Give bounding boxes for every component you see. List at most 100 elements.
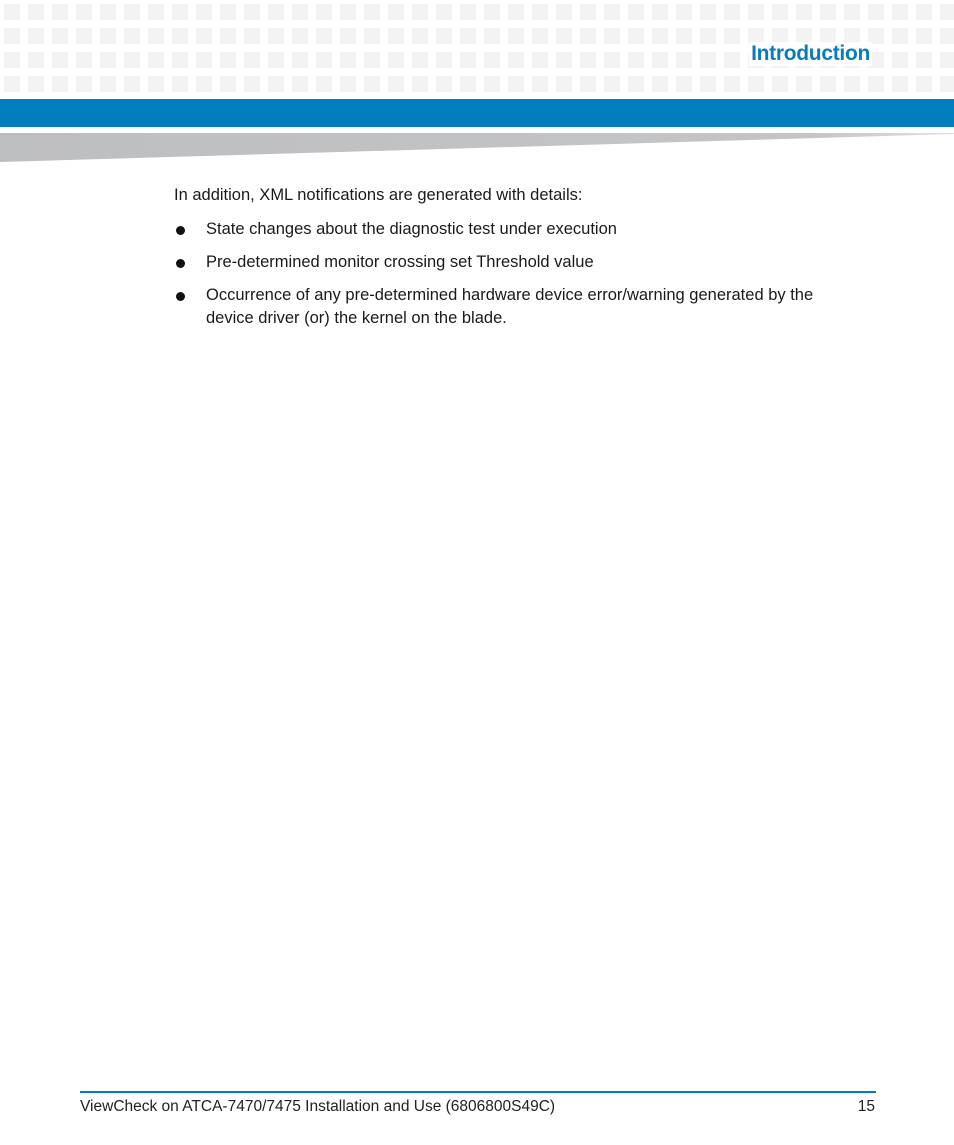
list-item-text: State changes about the diagnostic test … xyxy=(206,220,617,238)
pattern-square xyxy=(340,28,356,44)
pattern-square xyxy=(916,4,932,20)
pattern-square xyxy=(388,4,404,20)
pattern-square xyxy=(916,52,932,68)
pattern-square xyxy=(412,4,428,20)
pattern-square xyxy=(364,76,380,92)
pattern-square xyxy=(172,4,188,20)
pattern-square xyxy=(268,52,284,68)
pattern-square xyxy=(460,52,476,68)
pattern-square xyxy=(292,76,308,92)
list-item-text: Occurrence of any pre-determined hardwar… xyxy=(206,286,814,327)
pattern-square xyxy=(892,4,908,20)
pattern-square xyxy=(484,76,500,92)
pattern-square xyxy=(28,28,44,44)
pattern-square xyxy=(892,52,908,68)
pattern-square xyxy=(796,4,812,20)
pattern-square xyxy=(148,76,164,92)
pattern-square xyxy=(676,52,692,68)
intro-paragraph: In addition, XML notifications are gener… xyxy=(174,186,583,204)
pattern-square xyxy=(940,4,954,20)
pattern-square xyxy=(196,4,212,20)
pattern-square xyxy=(700,4,716,20)
pattern-square xyxy=(292,52,308,68)
pattern-square xyxy=(244,28,260,44)
pattern-square xyxy=(412,76,428,92)
pattern-square xyxy=(772,4,788,20)
pattern-square xyxy=(676,4,692,20)
pattern-square xyxy=(268,4,284,20)
page-number: 15 xyxy=(857,1098,875,1115)
pattern-square xyxy=(724,28,740,44)
pattern-square xyxy=(148,4,164,20)
pattern-square xyxy=(148,52,164,68)
pattern-square xyxy=(100,52,116,68)
pattern-square xyxy=(508,52,524,68)
pattern-square xyxy=(124,52,140,68)
pattern-square xyxy=(412,52,428,68)
pattern-square xyxy=(220,4,236,20)
pattern-square xyxy=(364,4,380,20)
pattern-square xyxy=(580,52,596,68)
pattern-square xyxy=(4,76,20,92)
pattern-square xyxy=(340,4,356,20)
pattern-square xyxy=(244,52,260,68)
pattern-square xyxy=(172,28,188,44)
pattern-square xyxy=(4,52,20,68)
bullet-icon xyxy=(176,226,185,235)
pattern-square xyxy=(220,28,236,44)
pattern-square xyxy=(724,52,740,68)
pattern-square xyxy=(100,28,116,44)
pattern-square xyxy=(364,52,380,68)
pattern-square xyxy=(628,76,644,92)
list-item-text: Pre-determined monitor crossing set Thre… xyxy=(206,253,594,271)
pattern-square xyxy=(508,28,524,44)
pattern-square xyxy=(484,28,500,44)
pattern-square xyxy=(460,4,476,20)
pattern-square xyxy=(436,4,452,20)
pattern-square xyxy=(460,76,476,92)
pattern-square xyxy=(820,4,836,20)
pattern-square xyxy=(364,28,380,44)
pattern-square xyxy=(316,52,332,68)
bullet-list: State changes about the diagnostic test … xyxy=(174,218,874,330)
pattern-square xyxy=(916,76,932,92)
pattern-square xyxy=(388,76,404,92)
pattern-square xyxy=(292,4,308,20)
pattern-square xyxy=(724,76,740,92)
pattern-square xyxy=(52,52,68,68)
pattern-square xyxy=(604,52,620,68)
pattern-square xyxy=(772,76,788,92)
pattern-square xyxy=(52,28,68,44)
pattern-square xyxy=(484,4,500,20)
pattern-square xyxy=(268,28,284,44)
pattern-square xyxy=(748,76,764,92)
pattern-square xyxy=(868,4,884,20)
pattern-square xyxy=(340,52,356,68)
pattern-square xyxy=(796,76,812,92)
list-item: Pre-determined monitor crossing set Thre… xyxy=(174,251,874,274)
pattern-square xyxy=(436,52,452,68)
pattern-square xyxy=(76,28,92,44)
pattern-square xyxy=(700,52,716,68)
pattern-square xyxy=(820,76,836,92)
pattern-square xyxy=(604,28,620,44)
pattern-square xyxy=(580,28,596,44)
pattern-square xyxy=(460,28,476,44)
pattern-square xyxy=(316,28,332,44)
pattern-square xyxy=(316,76,332,92)
pattern-square xyxy=(340,76,356,92)
pattern-square xyxy=(844,4,860,20)
header-blue-band xyxy=(0,99,954,127)
pattern-square xyxy=(268,76,284,92)
section-title: Introduction xyxy=(749,42,872,66)
list-item: State changes about the diagnostic test … xyxy=(174,218,874,241)
pattern-square xyxy=(532,52,548,68)
pattern-square xyxy=(508,76,524,92)
pattern-square xyxy=(556,52,572,68)
pattern-square xyxy=(4,4,20,20)
bullet-icon xyxy=(176,292,185,301)
list-item: Occurrence of any pre-determined hardwar… xyxy=(174,284,846,330)
pattern-square xyxy=(412,28,428,44)
pattern-square xyxy=(484,52,500,68)
pattern-square xyxy=(652,76,668,92)
